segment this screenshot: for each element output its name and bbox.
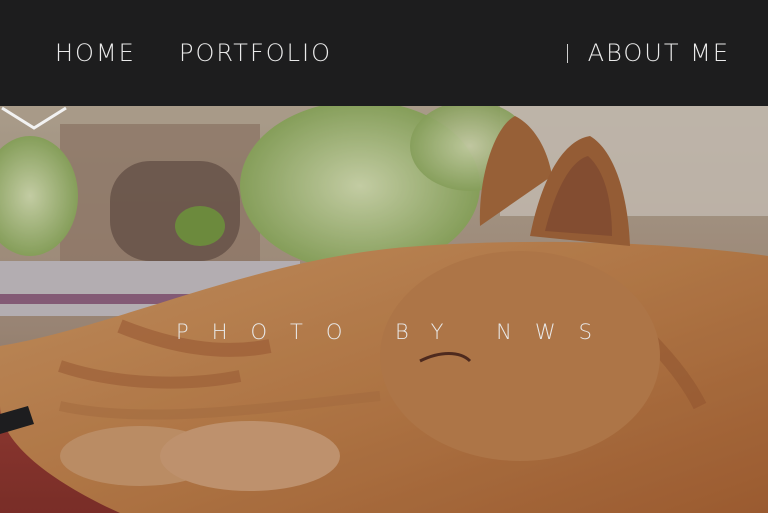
hero-overlay: [0, 106, 768, 513]
nav-about-link[interactable]: ABOUT ME: [588, 38, 730, 68]
nav-home-link[interactable]: HOME: [55, 38, 136, 68]
nav-portfolio-link[interactable]: PORTFOLIO: [179, 38, 332, 68]
photo-credit: PHOTO BY NWS: [176, 320, 615, 344]
top-nav: HOME PORTFOLIO ABOUT ME: [0, 0, 768, 106]
chevron-down-icon[interactable]: [0, 106, 68, 132]
hero-banner: PHOTO BY NWS: [0, 106, 768, 513]
nav-divider: [567, 44, 568, 63]
